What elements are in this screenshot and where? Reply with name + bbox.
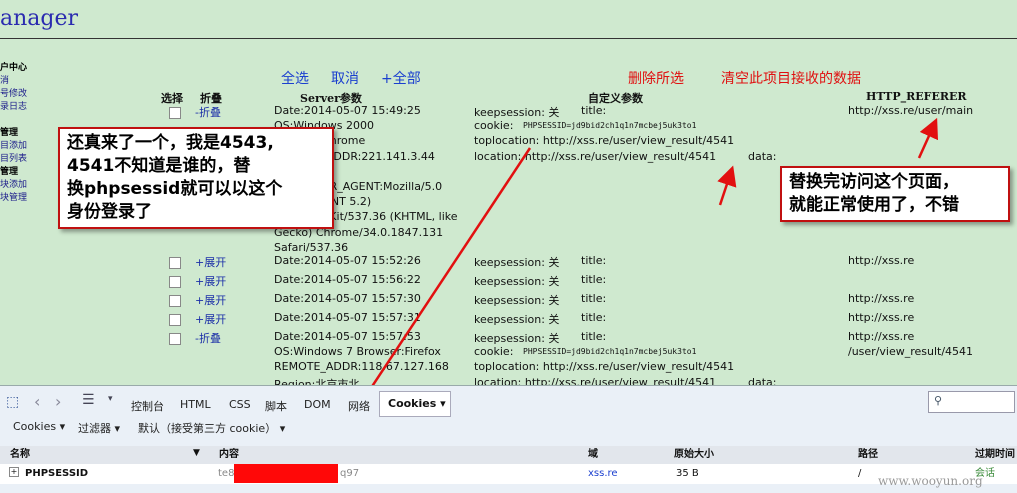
cookie-name: PHPSESSID	[25, 468, 89, 479]
callout-line: 4541不知道是谁的，替	[67, 156, 251, 176]
tab-cookies[interactable]: Cookies ▾	[379, 391, 451, 417]
arrow-to-referer	[917, 117, 938, 159]
watermark: www.wooyun.org	[878, 474, 983, 488]
devtools-tab[interactable]: HTML	[180, 398, 211, 411]
dropdown-icon[interactable]: ▾	[108, 394, 113, 404]
col-size[interactable]: 原始大小	[674, 446, 714, 464]
col-content[interactable]: 内容	[219, 446, 239, 464]
arrow-to-location	[717, 165, 737, 206]
filter-menu[interactable]: 过滤器 ▾	[78, 420, 120, 436]
cookie-policy-menu[interactable]: 默认（接受第三方 cookie） ▾	[138, 420, 285, 436]
devtools-tab[interactable]: 脚本	[265, 398, 287, 414]
devtools-tab[interactable]: 控制台	[131, 398, 164, 414]
callout-line: 换phpsessid就可以以这个	[67, 179, 283, 199]
sort-arrow-icon: ▼	[193, 448, 200, 458]
cookie-domain: xss.re	[588, 468, 618, 479]
cookie-path: /	[858, 468, 862, 479]
inspect-icon[interactable]: ⬚	[6, 394, 19, 410]
callout-line: 替换完访问这个页面，	[789, 172, 959, 192]
expand-icon[interactable]: +	[9, 467, 19, 477]
callout-line: 身份登录了	[67, 202, 152, 222]
cookie-content-end: q97	[340, 468, 360, 479]
search-icon: ⚲	[934, 394, 943, 407]
col-name[interactable]: 名称	[10, 446, 30, 464]
forward-icon[interactable]: ›	[55, 392, 61, 411]
cookie-size: 35 B	[676, 468, 699, 479]
devtools-tab[interactable]: CSS	[229, 398, 251, 411]
devtools-tab[interactable]: DOM	[304, 398, 331, 411]
callout-line: 还真来了一个，我是4543,	[67, 133, 274, 153]
annotation-callout-right: 替换完访问这个页面， 就能正常使用了，不错	[780, 166, 1010, 222]
annotation-callout-left: 还真来了一个，我是4543, 4541不知道是谁的，替换phpsessid就可以以…	[58, 127, 334, 229]
cookie-row[interactable]	[0, 464, 1017, 484]
back-icon[interactable]: ‹	[34, 392, 40, 411]
devtools-tab[interactable]: 网络	[348, 398, 370, 414]
callout-line: 就能正常使用了，不错	[789, 195, 959, 215]
redaction-bar	[234, 464, 338, 483]
cookie-content-start: te8	[218, 468, 235, 479]
col-domain[interactable]: 域	[588, 446, 598, 464]
cookies-menu[interactable]: Cookies ▾	[13, 420, 65, 433]
menu-icon[interactable]: ☰	[82, 392, 95, 408]
col-path[interactable]: 路径	[858, 446, 878, 464]
devtools-search-input[interactable]: ⚲	[928, 391, 1015, 413]
col-expires[interactable]: 过期时间	[975, 446, 1015, 464]
